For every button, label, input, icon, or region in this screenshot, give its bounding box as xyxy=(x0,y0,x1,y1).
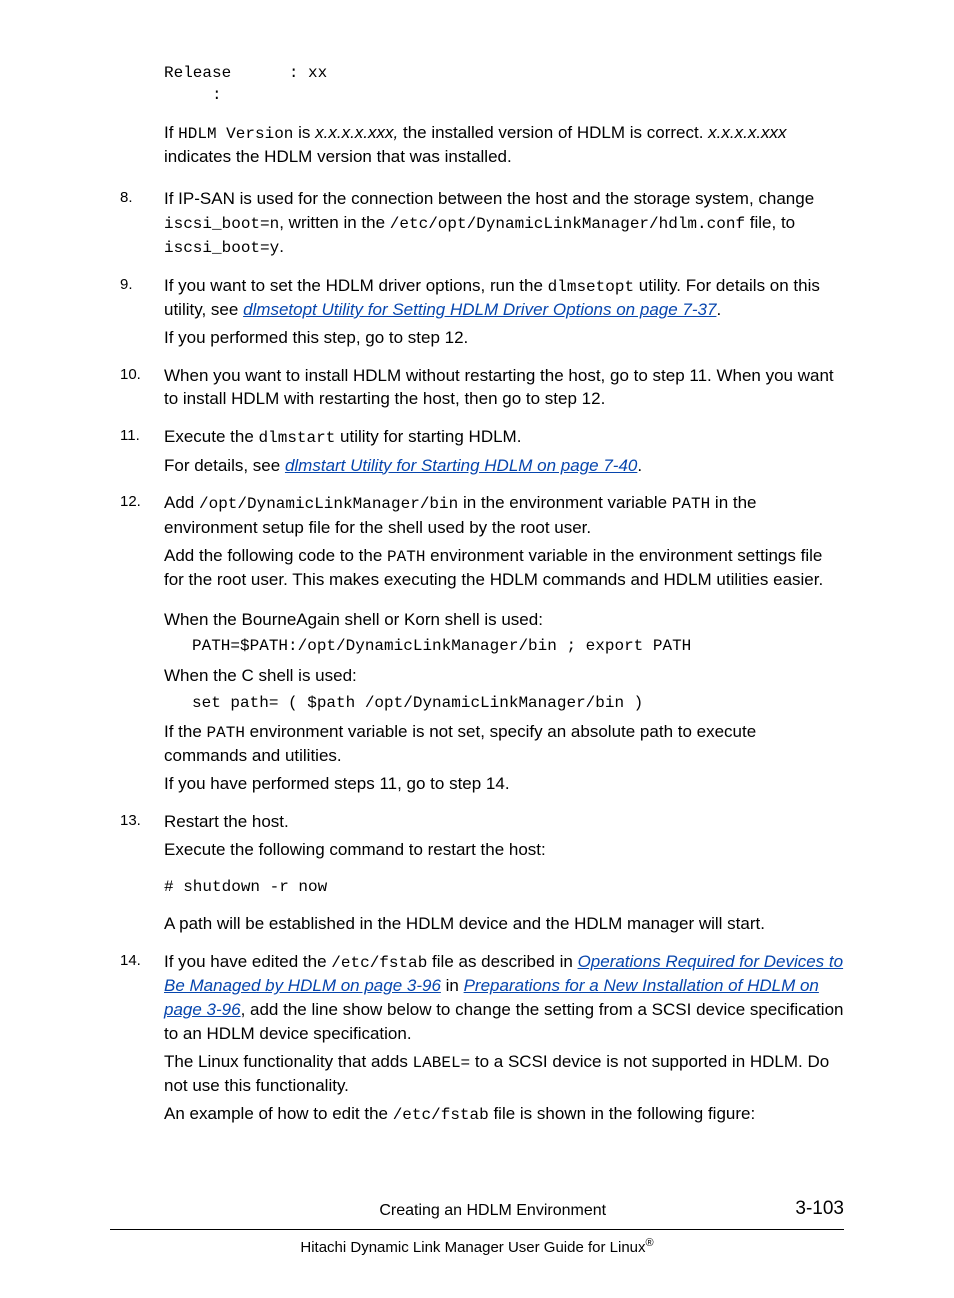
step-text: If you want to set the HDLM driver optio… xyxy=(164,274,844,322)
step-text: An example of how to edit the /etc/fstab… xyxy=(164,1102,844,1126)
step-number: 9. xyxy=(120,274,133,295)
text: utility for starting HDLM. xyxy=(335,427,521,446)
step-10: 10. When you want to install HDLM withou… xyxy=(150,364,844,412)
italic-text: x.x.x.x.xxx, xyxy=(315,123,398,142)
text: . xyxy=(279,237,284,256)
step-text: If you have edited the /etc/fstab file a… xyxy=(164,950,844,1046)
text: indicates the HDLM version that was inst… xyxy=(164,147,512,166)
page-footer: Creating an HDLM Environment 3-103 Hitac… xyxy=(110,1196,844,1258)
step-12: 12. Add /opt/DynamicLinkManager/bin in t… xyxy=(150,491,844,796)
registered-mark: ® xyxy=(646,1237,654,1249)
step-text: A path will be established in the HDLM d… xyxy=(164,912,844,936)
step-text: If you have performed steps 11, go to st… xyxy=(164,772,844,796)
step-text: If IP-SAN is used for the connection bet… xyxy=(164,187,844,260)
inline-code: PATH xyxy=(207,724,245,742)
text: , written in the xyxy=(279,213,390,232)
step-text: Execute the dlmstart utility for startin… xyxy=(164,425,844,449)
inline-code: dlmsetopt xyxy=(548,278,634,296)
text: environment variable is not set, specify… xyxy=(164,722,756,765)
text: For details, see xyxy=(164,456,285,475)
step-13: 13. Restart the host. Execute the follow… xyxy=(150,810,844,936)
step-text: If the PATH environment variable is not … xyxy=(164,720,844,768)
inline-code: iscsi_boot=n xyxy=(164,215,279,233)
preamble-text: If HDLM Version is x.x.x.x.xxx, the inst… xyxy=(164,121,844,169)
step-text: Execute the following command to restart… xyxy=(164,838,844,862)
inline-code: /etc/fstab xyxy=(393,1106,489,1124)
step-11: 11. Execute the dlmstart utility for sta… xyxy=(150,425,844,477)
text: , add the line show below to change the … xyxy=(164,1000,843,1043)
text: Add the following code to the xyxy=(164,546,387,565)
step-text: When the C shell is used: xyxy=(164,664,844,688)
step-text: If you performed this step, go to step 1… xyxy=(164,326,844,350)
step-8: 8. If IP-SAN is used for the connection … xyxy=(150,187,844,260)
step-number: 14. xyxy=(120,950,141,971)
text: file, to xyxy=(745,213,795,232)
italic-text: x.x.x.x.xxx xyxy=(708,123,786,142)
inline-code: PATH xyxy=(387,548,425,566)
text: in xyxy=(441,976,464,995)
text: file as described in xyxy=(427,952,577,971)
link-dlmstart[interactable]: dlmstart Utility for Starting HDLM on pa… xyxy=(285,456,637,475)
code-bash-path: PATH=$PATH:/opt/DynamicLinkManager/bin ;… xyxy=(192,635,844,657)
text: . xyxy=(637,456,642,475)
step-number: 13. xyxy=(120,810,141,831)
text: If you want to set the HDLM driver optio… xyxy=(164,276,548,295)
step-text: When you want to install HDLM without re… xyxy=(164,364,844,412)
step-text: For details, see dlmstart Utility for St… xyxy=(164,454,844,478)
inline-code: /etc/opt/DynamicLinkManager/hdlm.conf xyxy=(390,215,745,233)
step-text: When the BourneAgain shell or Korn shell… xyxy=(164,608,844,632)
inline-code: dlmstart xyxy=(259,429,336,447)
code-release: Release : xx : xyxy=(164,62,844,107)
text: An example of how to edit the xyxy=(164,1104,393,1123)
text: Execute the xyxy=(164,427,259,446)
link-dlmsetopt[interactable]: dlmsetopt Utility for Setting HDLM Drive… xyxy=(243,300,716,319)
inline-code: iscsi_boot=y xyxy=(164,239,279,257)
inline-code: PATH xyxy=(672,495,710,513)
text: If the xyxy=(164,722,207,741)
text: Add xyxy=(164,493,199,512)
step-number: 12. xyxy=(120,491,141,512)
text: in the environment variable xyxy=(458,493,672,512)
step-number: 10. xyxy=(120,364,141,385)
footer-page-number: 3-103 xyxy=(795,1196,844,1223)
footer-top-row: Creating an HDLM Environment 3-103 xyxy=(110,1196,844,1230)
text: If IP-SAN is used for the connection bet… xyxy=(164,189,814,208)
code-shutdown: # shutdown -r now xyxy=(164,876,844,898)
inline-code: /opt/DynamicLinkManager/bin xyxy=(199,495,458,513)
step-9: 9. If you want to set the HDLM driver op… xyxy=(150,274,844,350)
text: The Linux functionality that adds xyxy=(164,1052,413,1071)
inline-code: LABEL= xyxy=(413,1054,471,1072)
step-number: 11. xyxy=(120,425,140,446)
text: file is shown in the following figure: xyxy=(489,1104,755,1123)
text: Hitachi Dynamic Link Manager User Guide … xyxy=(300,1239,645,1256)
step-14: 14. If you have edited the /etc/fstab fi… xyxy=(150,950,844,1126)
step-text: Add /opt/DynamicLinkManager/bin in the e… xyxy=(164,491,844,539)
text: If you have edited the xyxy=(164,952,331,971)
preamble-block: Release : xx : If HDLM Version is x.x.x.… xyxy=(150,62,844,169)
text: If xyxy=(164,123,178,142)
instruction-list: Release : xx : If HDLM Version is x.x.x.… xyxy=(110,62,844,1126)
inline-code: HDLM Version xyxy=(178,125,293,143)
step-text: Add the following code to the PATH envir… xyxy=(164,544,844,592)
step-text: Restart the host. xyxy=(164,810,844,834)
text: the installed version of HDLM is correct… xyxy=(398,123,708,142)
text: is xyxy=(293,123,315,142)
footer-section-title: Creating an HDLM Environment xyxy=(379,1200,606,1222)
inline-code: /etc/fstab xyxy=(331,954,427,972)
step-number: 8. xyxy=(120,187,133,208)
step-text: The Linux functionality that adds LABEL=… xyxy=(164,1050,844,1098)
footer-doc-title: Hitachi Dynamic Link Manager User Guide … xyxy=(110,1230,844,1258)
text: . xyxy=(716,300,721,319)
code-csh-path: set path= ( $path /opt/DynamicLinkManage… xyxy=(192,692,844,714)
